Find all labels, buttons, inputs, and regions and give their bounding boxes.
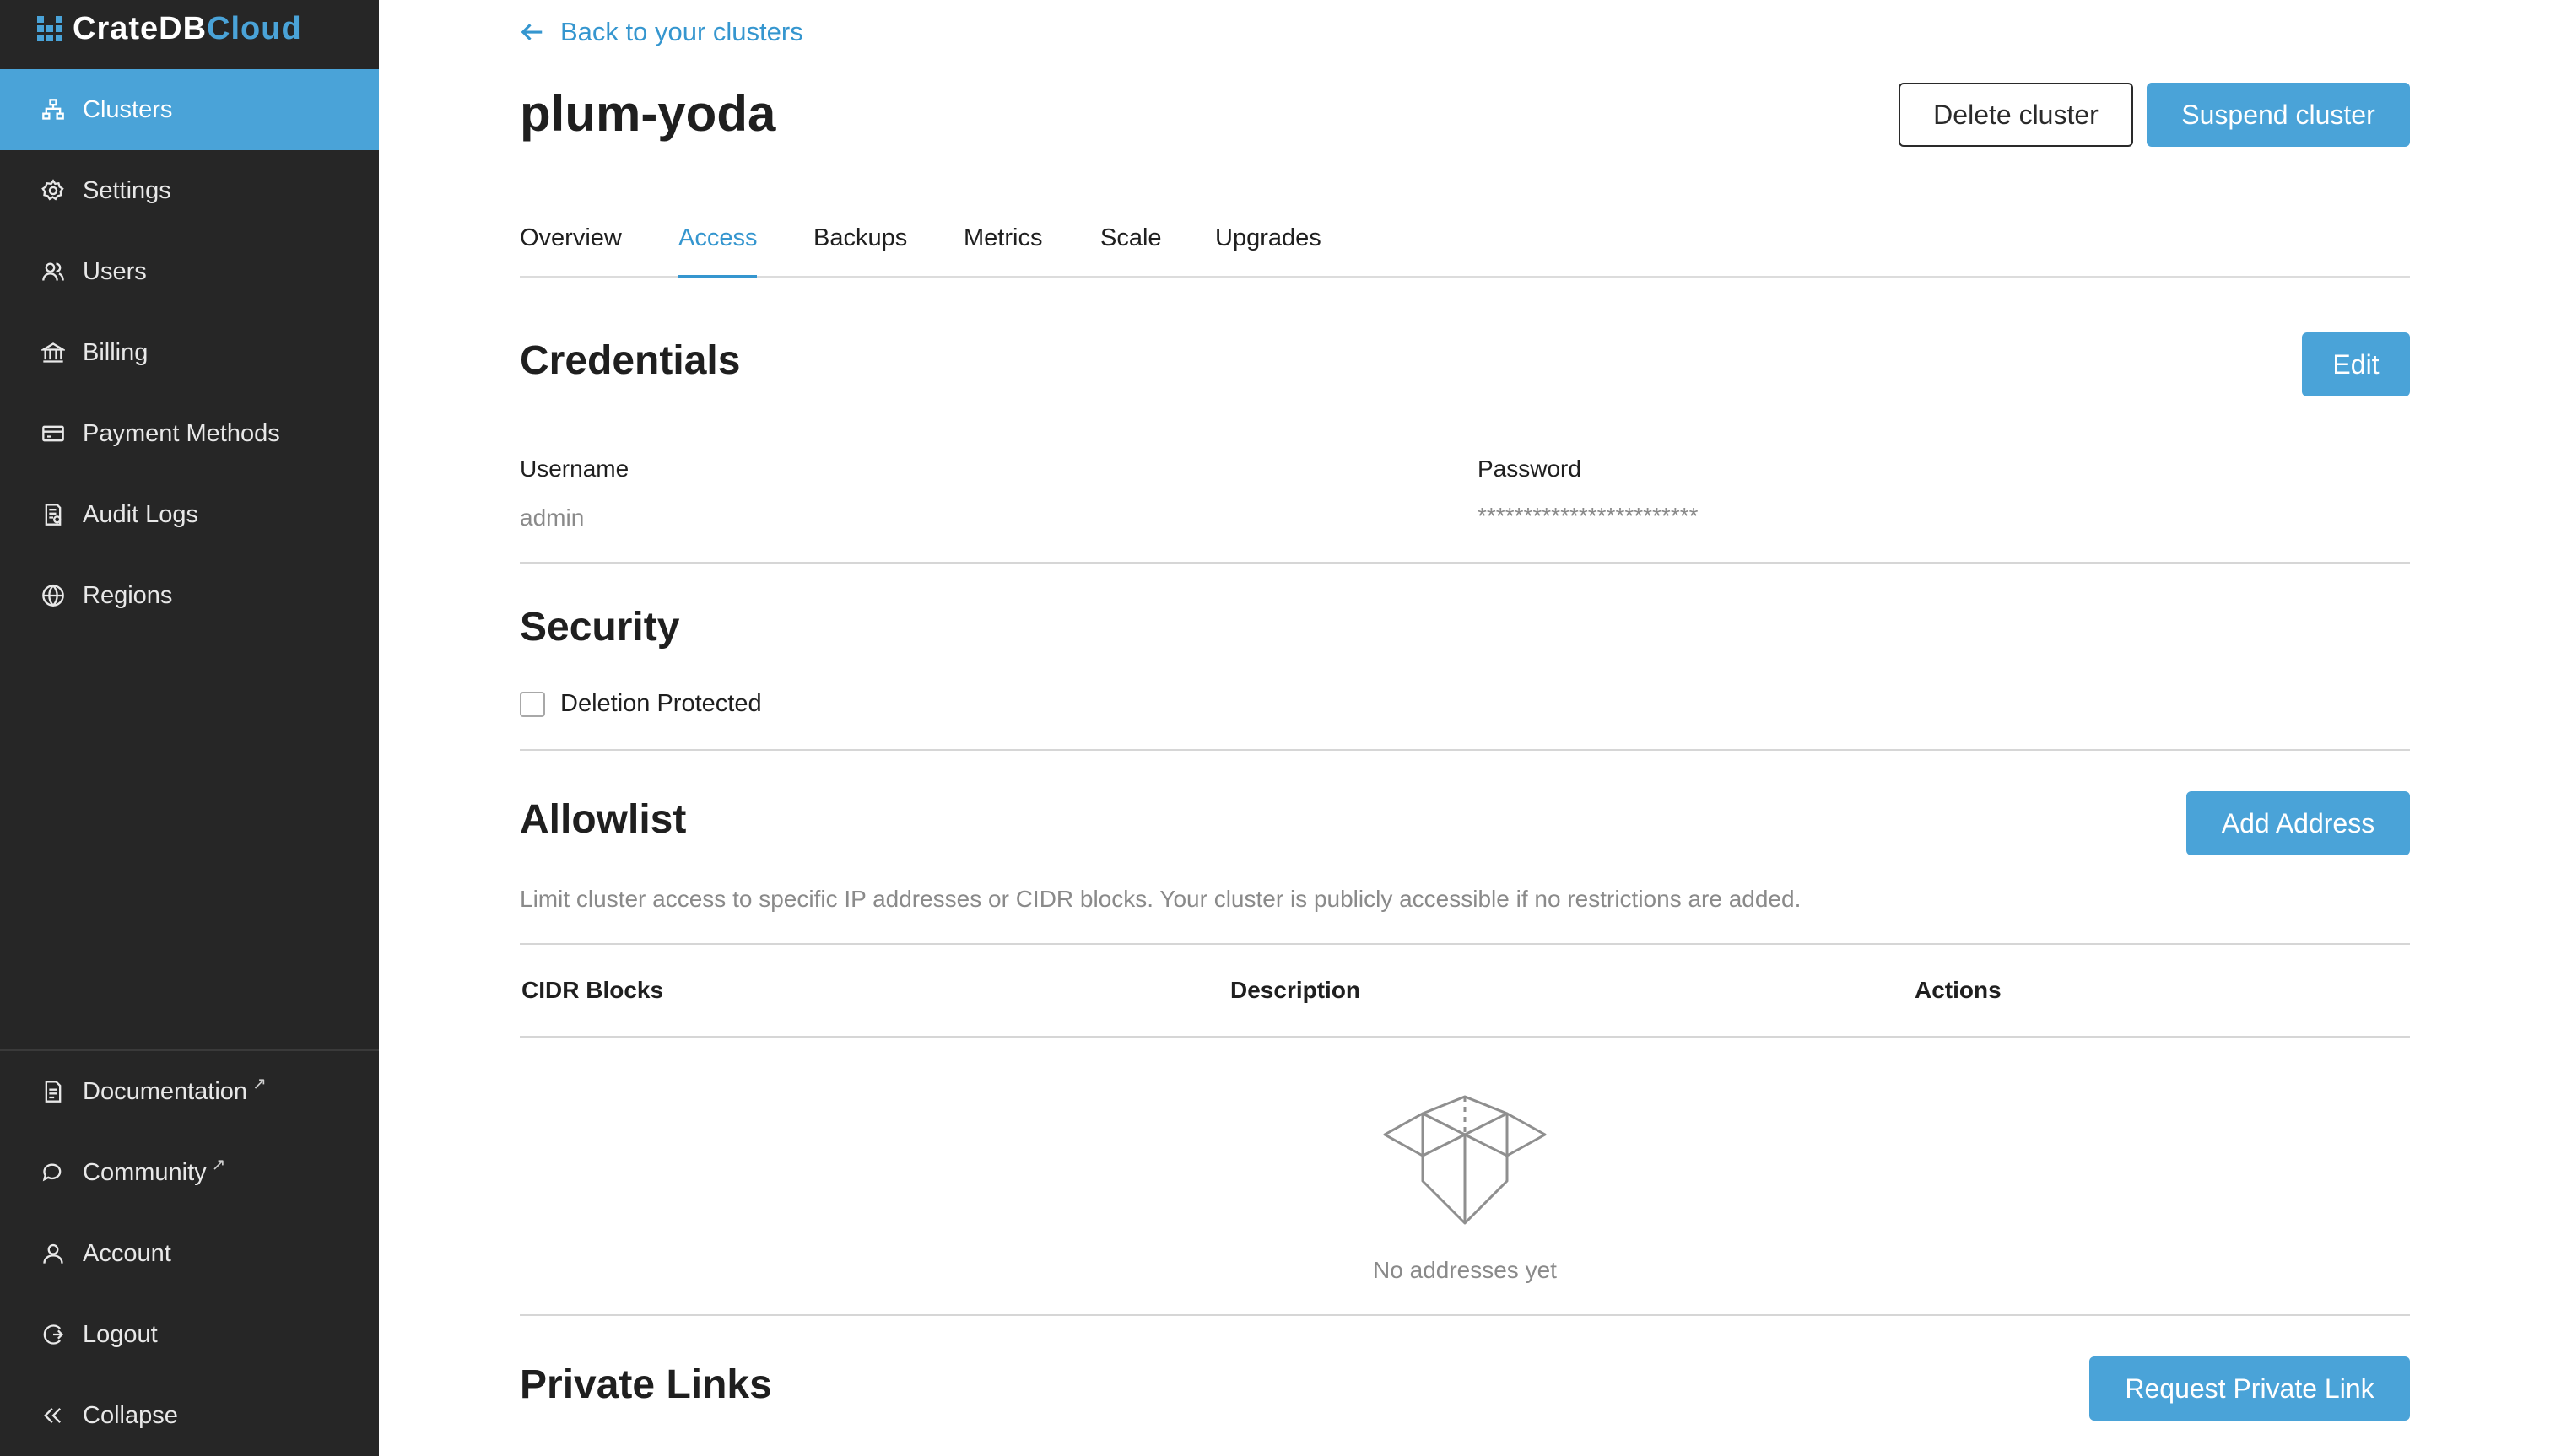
sidebar-item-label: Community [83,1158,207,1186]
back-link-label: Back to your clusters [560,17,803,46]
sidebar-item-collapse[interactable]: Collapse [0,1375,379,1456]
bank-icon [41,340,66,365]
sidebar: CrateDBCloud Clusters Settings Users Bil… [0,0,379,1456]
credit-card-icon [41,421,66,446]
sidebar-item-label: Documentation [83,1077,248,1105]
gear-icon [41,178,66,203]
edit-credentials-button[interactable]: Edit [2302,332,2410,396]
sidebar-item-label: Clusters [83,95,173,123]
security-title: Security [520,605,680,650]
logo-text-cratedb: CrateDB [73,10,208,46]
credentials-title: Credentials [520,338,741,383]
external-link-icon: ↗ [252,1074,267,1093]
sidebar-item-label: Settings [83,176,171,204]
tab-overview[interactable]: Overview [520,221,622,278]
empty-box-icon [1383,1095,1547,1225]
tab-scale[interactable]: Scale [1100,221,1162,278]
checkbox-box[interactable] [520,691,545,717]
private-links-title: Private Links [520,1362,772,1407]
tab-backups[interactable]: Backups [813,221,907,278]
external-link-icon: ↗ [211,1155,226,1174]
tab-upgrades[interactable]: Upgrades [1215,221,1321,278]
cluster-tabs: Overview Access Backups Metrics Scale Up… [520,221,2410,278]
request-private-link-button[interactable]: Request Private Link [2089,1356,2410,1421]
sidebar-item-label: Users [83,257,147,285]
document-icon [41,1079,66,1104]
sidebar-item-account[interactable]: Account [0,1213,379,1294]
sidebar-nav: Clusters Settings Users Billing Payment … [0,69,379,636]
sidebar-item-settings[interactable]: Settings [0,150,379,231]
table-top-divider [520,943,2410,945]
add-address-button[interactable]: Add Address [2186,791,2410,855]
suspend-cluster-button[interactable]: Suspend cluster [2147,83,2410,147]
sidebar-item-documentation[interactable]: Documentation ↗ [0,1051,379,1132]
sidebar-item-clusters[interactable]: Clusters [0,69,379,150]
audit-log-icon [41,502,66,527]
sidebar-bottom-nav: Documentation ↗ Community ↗ Account Logo… [0,1051,379,1456]
column-header-cidr-blocks: CIDR Blocks [521,977,664,1003]
cratedb-logo-icon [37,16,62,41]
sidebar-item-payment-methods[interactable]: Payment Methods [0,393,379,474]
page-title: plum-yoda [520,85,776,142]
sidebar-item-users[interactable]: Users [0,231,379,312]
divider [520,562,2410,564]
column-header-actions: Actions [1915,977,2002,1003]
arrow-left-icon [521,24,543,40]
double-chevron-left-icon [41,1403,66,1428]
sidebar-item-regions[interactable]: Regions [0,555,379,636]
empty-state-text: No addresses yet [1373,1257,1557,1283]
allowlist-title: Allowlist [520,797,687,842]
cratedb-cloud-logo[interactable]: CrateDBCloud [37,10,302,46]
sidebar-item-label: Account [83,1239,171,1267]
user-icon [41,1241,66,1266]
logout-icon [41,1322,66,1347]
sidebar-item-label: Regions [83,581,173,609]
chat-icon [41,1160,66,1185]
sidebar-item-label: Logout [83,1320,158,1348]
sidebar-item-label: Payment Methods [83,419,280,447]
sidebar-item-audit-logs[interactable]: Audit Logs [0,474,379,555]
divider [520,749,2410,751]
deletion-protected-checkbox[interactable]: Deletion Protected [520,690,762,718]
deletion-protected-label: Deletion Protected [560,690,762,717]
allowlist-description: Limit cluster access to specific IP addr… [520,886,1802,912]
username-value: admin [520,504,585,531]
column-header-description: Description [1230,977,1361,1003]
tab-access[interactable]: Access [678,221,758,278]
tab-metrics[interactable]: Metrics [964,221,1042,278]
sidebar-item-community[interactable]: Community ↗ [0,1132,379,1213]
logo-text-cloud: Cloud [207,10,302,46]
table-header-divider [520,1036,2410,1038]
sidebar-item-label: Audit Logs [83,500,199,528]
sidebar-item-label: Billing [83,338,149,366]
sidebar-item-label: Collapse [83,1401,178,1429]
back-to-clusters-link[interactable]: Back to your clusters [520,17,803,47]
globe-icon [41,583,66,608]
clusters-icon [41,97,66,122]
password-value: ************************ [1478,503,1699,529]
divider [520,1314,2410,1316]
sidebar-item-billing[interactable]: Billing [0,312,379,393]
sidebar-item-logout[interactable]: Logout [0,1294,379,1375]
password-label: Password [1478,456,1581,482]
username-label: Username [520,456,629,482]
delete-cluster-button[interactable]: Delete cluster [1899,83,2133,147]
users-icon [41,259,66,284]
